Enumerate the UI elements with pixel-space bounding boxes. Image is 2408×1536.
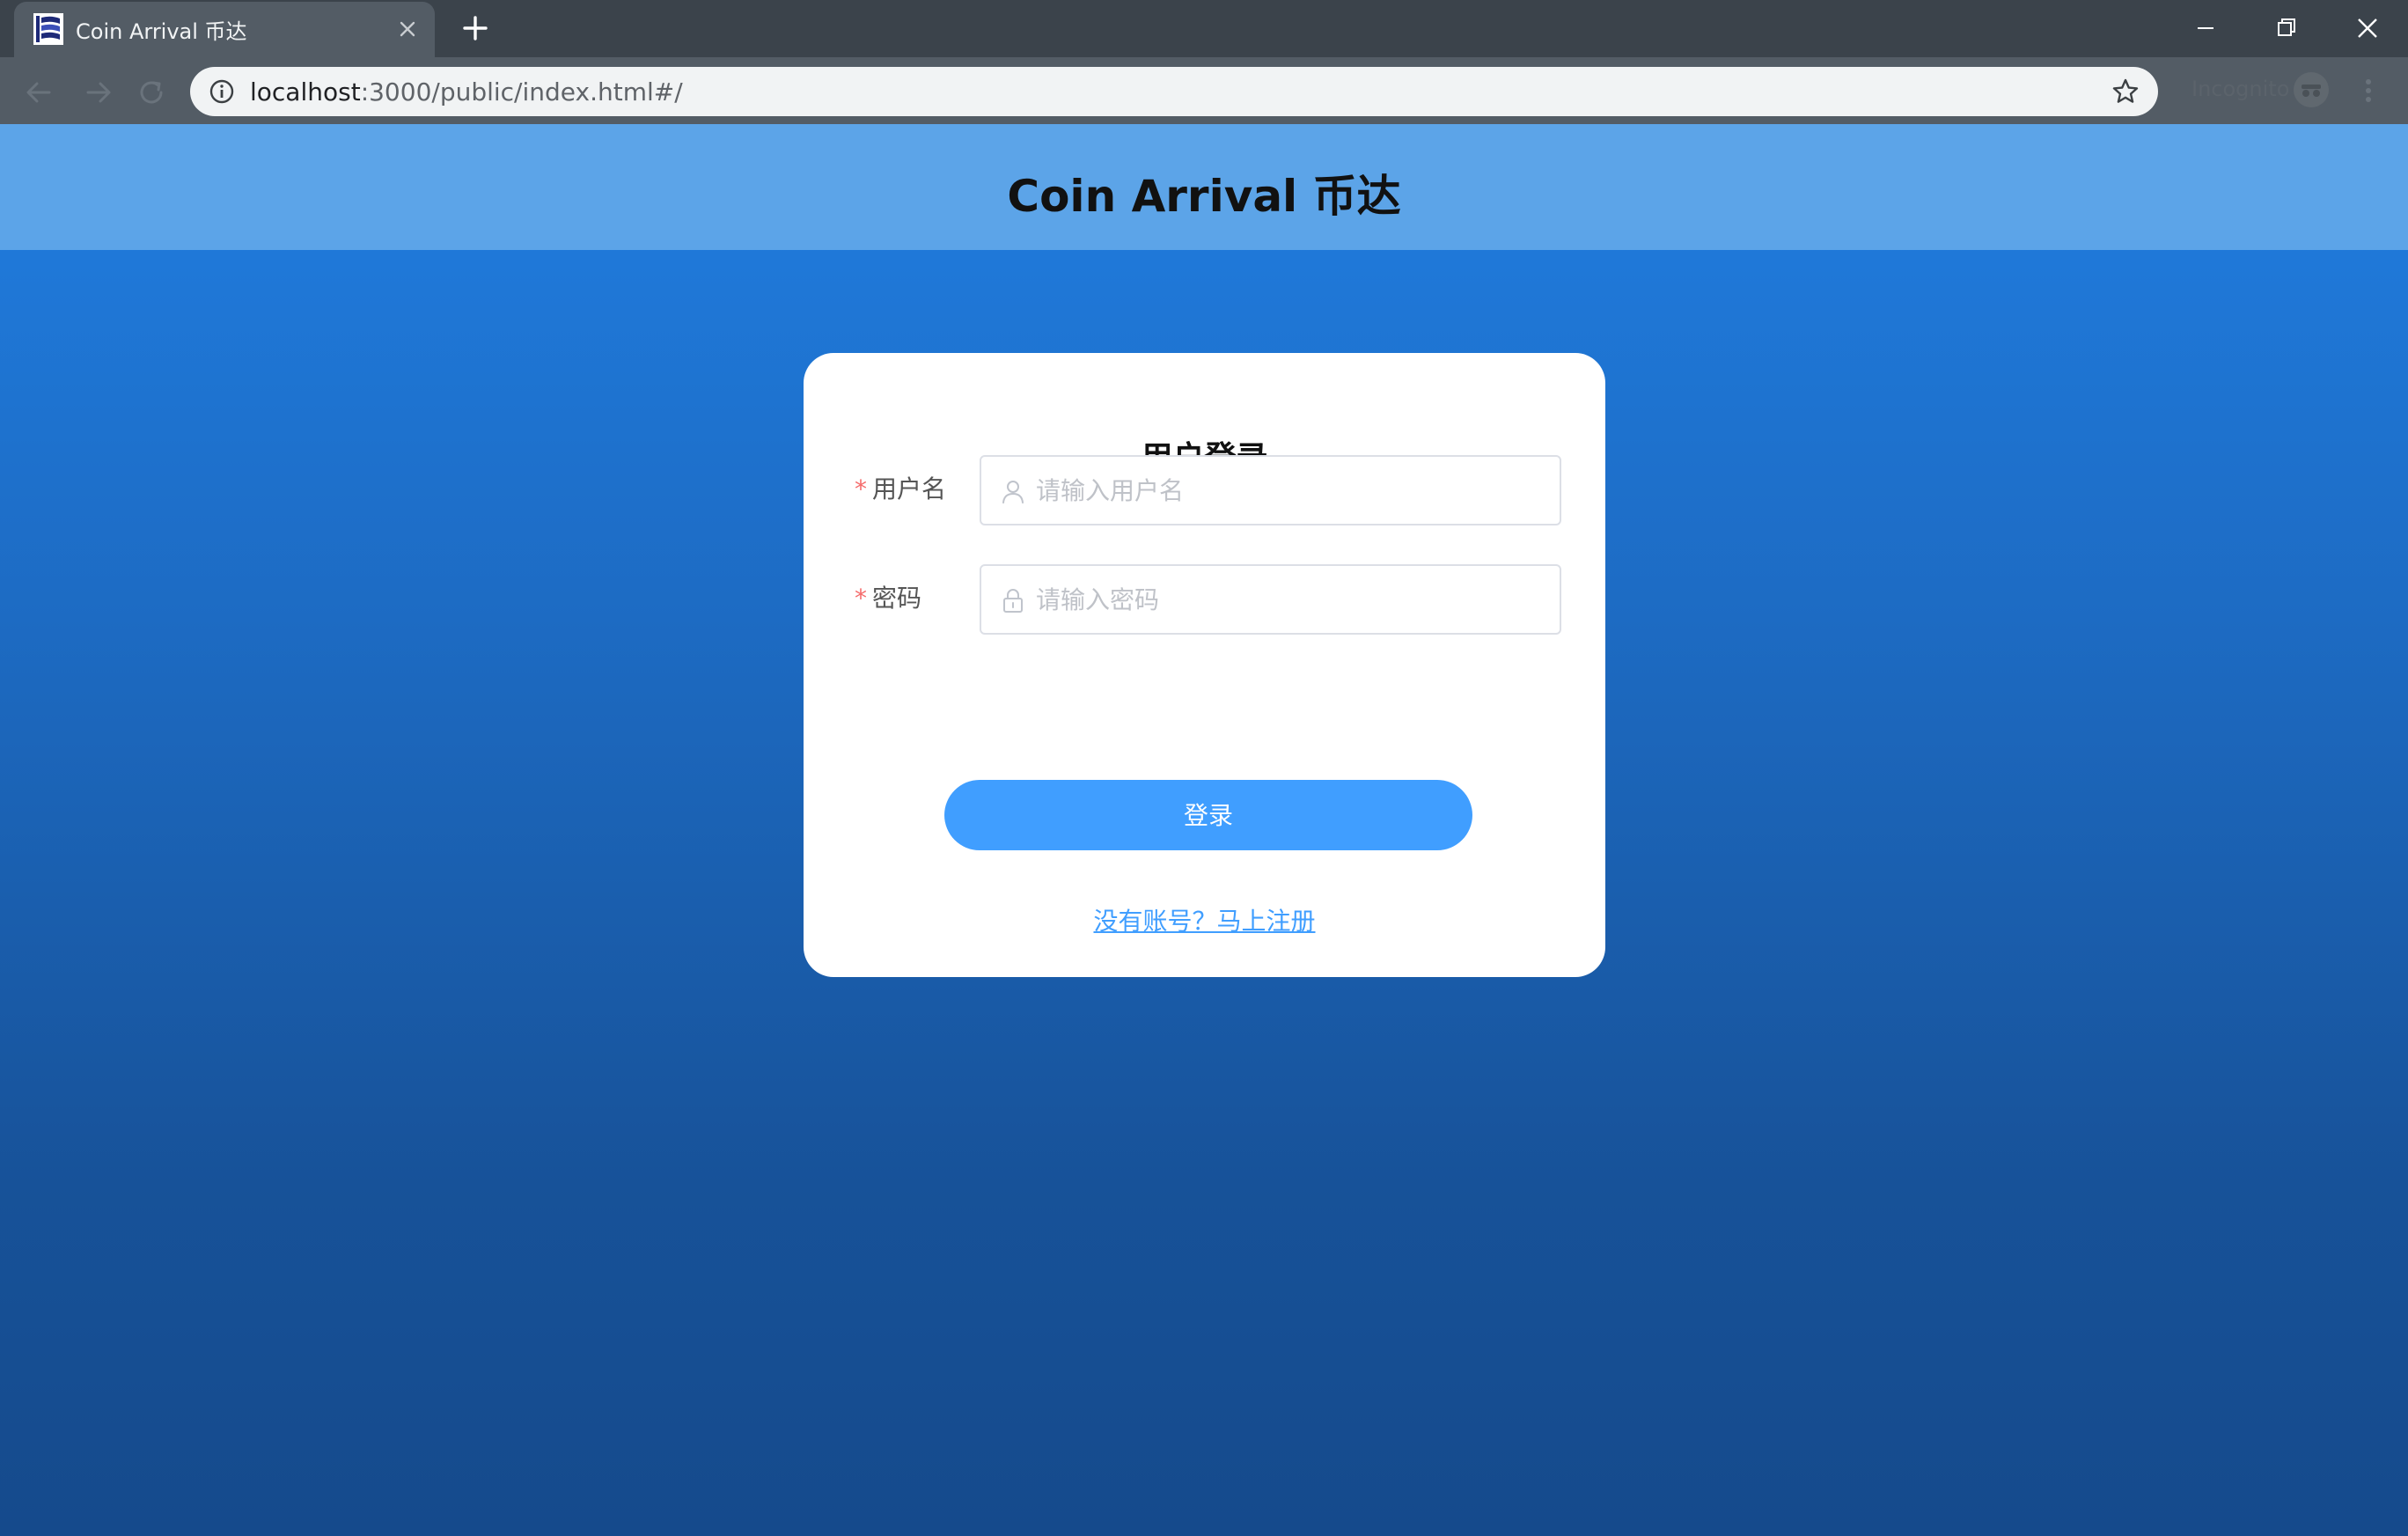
app-title: Coin Arrival 币达: [1007, 171, 1401, 222]
address-bar[interactable]: localhost:3000/public/index.html#/: [190, 67, 2158, 116]
url-path: :3000/public/index.html#/: [360, 77, 683, 107]
close-window-icon[interactable]: [2348, 9, 2387, 48]
username-label-text: 用户名: [872, 474, 947, 503]
browser-tab[interactable]: Coin Arrival 币达: [14, 2, 435, 57]
required-mark: *: [855, 474, 867, 503]
reload-icon[interactable]: [134, 75, 169, 110]
site-favicon-icon: [33, 13, 63, 45]
required-mark: *: [855, 584, 867, 613]
login-button[interactable]: 登录: [944, 780, 1472, 850]
browser-menu-icon[interactable]: [2355, 73, 2382, 108]
app-header: Coin Arrival 币达: [0, 124, 2408, 250]
lock-icon: [1003, 589, 1023, 613]
username-label: * 用户名: [855, 470, 946, 505]
username-input[interactable]: [1034, 457, 1553, 524]
restore-icon[interactable]: [2267, 9, 2306, 48]
browser-tab-strip: Coin Arrival 币达: [0, 0, 2408, 57]
forward-arrow-icon[interactable]: [81, 75, 116, 110]
back-arrow-icon[interactable]: [21, 75, 56, 110]
password-field[interactable]: [980, 564, 1561, 635]
username-field[interactable]: [980, 455, 1561, 525]
new-tab-icon[interactable]: [459, 12, 491, 44]
incognito-label: Incognito: [2191, 77, 2290, 101]
incognito-avatar-icon[interactable]: [2294, 72, 2329, 107]
url-host: localhost: [250, 77, 361, 107]
tab-close-icon[interactable]: [396, 18, 419, 40]
tab-title: Coin Arrival 币达: [76, 19, 247, 44]
user-icon: [1002, 481, 1024, 503]
page-background: Coin Arrival 币达 用户登录 *用户名 *密码 登录: [0, 124, 2408, 1536]
password-label: * 密码: [855, 579, 921, 614]
minimize-icon[interactable]: [2186, 9, 2225, 48]
bookmark-star-icon[interactable]: [2111, 77, 2140, 107]
login-card: 用户登录 *用户名 *密码 登录 没有账号？马上注册: [804, 353, 1605, 977]
password-label-text: 密码: [872, 584, 922, 613]
site-info-icon[interactable]: [208, 77, 236, 106]
url-text[interactable]: localhost:3000/public/index.html#/: [250, 77, 683, 107]
browser-toolbar: localhost:3000/public/index.html#/ Incog…: [0, 57, 2408, 124]
password-input[interactable]: [1034, 566, 1553, 633]
register-link[interactable]: 没有账号？马上注册: [804, 902, 1605, 937]
